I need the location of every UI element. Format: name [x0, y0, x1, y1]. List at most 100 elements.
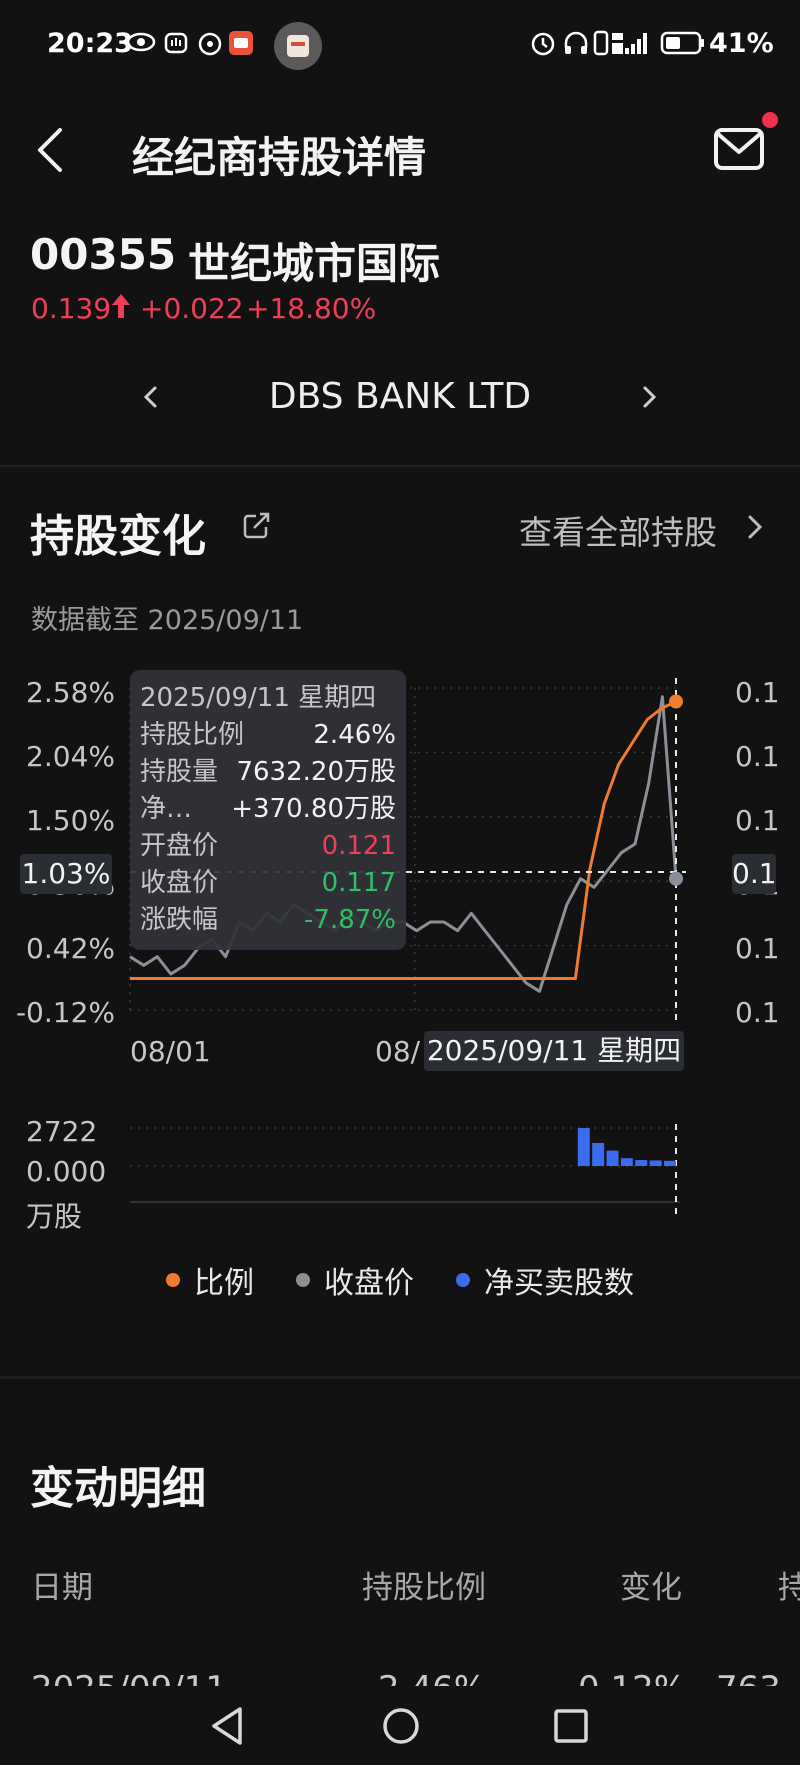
tooltip-key: 收盘价 — [140, 868, 219, 898]
legend-dot — [296, 1273, 310, 1287]
table-cell: 0.12% — [578, 1672, 686, 1686]
table-header-holding[interactable]: 持 — [778, 1562, 800, 1607]
net-volume-bar — [577, 1128, 590, 1166]
y-right-tick: 0.1 — [735, 676, 780, 709]
tooltip-key: 开盘价 — [140, 831, 219, 861]
chart-legend: 比例 收盘价 净买卖股数 — [0, 1260, 800, 1301]
mail-button[interactable] — [712, 124, 768, 176]
y-left-tick: -0.12% — [15, 996, 115, 1029]
legend-label: 比例 — [194, 1266, 254, 1301]
y-left-tick: 2.58% — [26, 676, 115, 709]
data-as-of-date: 数据截至 2025/09/11 — [31, 605, 304, 636]
tooltip-value: 0.121 — [321, 831, 396, 861]
chevron-right-icon — [742, 512, 766, 542]
legend-item-close[interactable]: 收盘价 — [296, 1260, 414, 1301]
net-volume-bar — [664, 1160, 676, 1166]
y-right-tick: 0.1 — [735, 996, 780, 1029]
stock-change: +0.022 — [140, 292, 244, 325]
stock-name: 世纪城市国际 — [188, 239, 441, 288]
system-nav-bar — [0, 1690, 800, 1765]
crosshair-x-tag: 2025/09/11 星期四 — [424, 1031, 684, 1071]
tooltip-value: -7.87% — [304, 905, 396, 935]
page-title: 经纪商持股详情 — [132, 133, 427, 182]
y-left-tick: 0.42% — [26, 932, 115, 965]
volume-axis-middle: 0.000 — [26, 1155, 107, 1188]
volume-axis-unit: 万股 — [26, 1200, 83, 1233]
legend-item-ratio[interactable]: 比例 — [166, 1260, 254, 1301]
broker-prev-button[interactable] — [138, 380, 164, 414]
x-tick: 08/ — [375, 1035, 421, 1068]
triangle-back-icon — [212, 1707, 242, 1745]
close-price-point — [669, 871, 683, 886]
table-cell: 2.46% — [378, 1672, 486, 1686]
battery-level: 41% — [709, 28, 774, 59]
tooltip-row: 开盘价 0.121 — [140, 828, 396, 865]
broker-next-button[interactable] — [636, 380, 662, 414]
net-volume-bar — [606, 1150, 619, 1166]
status-bar: 20:23 41% — [0, 0, 800, 95]
eye-icon — [126, 30, 156, 61]
table-cell: 2025/09/11 — [31, 1672, 227, 1686]
tooltip-value: 7632.20万股 — [236, 757, 396, 787]
up-arrow-icon — [110, 292, 132, 327]
nav-back-button[interactable] — [208, 1705, 248, 1751]
legend-item-net[interactable]: 净买卖股数 — [456, 1260, 634, 1301]
tooltip-value: +370.80万股 — [231, 794, 396, 824]
stock-code: 00355 — [30, 230, 177, 279]
square-recent-icon — [554, 1709, 588, 1743]
table-header-change[interactable]: 变化 — [620, 1562, 682, 1607]
tooltip-key: 持股比例 — [140, 720, 245, 750]
volume-axis-top: 2722 — [26, 1115, 98, 1148]
y-left-tick: 1.50% — [26, 804, 115, 837]
floating-app-icon[interactable] — [274, 22, 322, 70]
y-left-tick: 2.04% — [26, 740, 115, 773]
view-all-holdings-link[interactable]: 查看全部持股 — [519, 506, 717, 554]
ratio-point — [669, 694, 683, 709]
signal-5g-icon — [611, 30, 651, 63]
divider — [0, 465, 800, 467]
nav-recent-button[interactable] — [552, 1707, 590, 1749]
table-header-date[interactable]: 日期 — [31, 1562, 93, 1607]
net-volume-bar — [592, 1142, 605, 1166]
table-cell: 763 — [716, 1672, 781, 1686]
vibrate-icon — [593, 30, 609, 63]
tooltip-key: 涨跌幅 — [140, 905, 219, 935]
tooltip-value: 2.46% — [313, 720, 396, 750]
broker-name: DBS BANK LTD — [268, 376, 532, 417]
section-title-holding: 持股变化 — [30, 511, 206, 562]
notification-dot — [762, 112, 778, 128]
tooltip-row: 收盘价 0.117 — [140, 865, 396, 902]
nav-home-button[interactable] — [380, 1705, 422, 1751]
legend-dot — [166, 1273, 180, 1287]
table-header-ratio[interactable]: 持股比例 — [362, 1562, 486, 1607]
tooltip-row: 持股比例 2.46% — [140, 717, 396, 754]
back-button[interactable] — [28, 120, 78, 180]
share-button[interactable] — [242, 510, 272, 540]
tooltip-row: 涨跌幅 -7.87% — [140, 902, 396, 939]
x-tick: 08/01 — [130, 1035, 211, 1068]
stock-change-percent: +18.80% — [246, 292, 377, 325]
y-right-tick: 0.1 — [735, 740, 780, 773]
tooltip-row: 持股量 7632.20万股 — [140, 754, 396, 791]
net-volume-bar — [635, 1159, 648, 1166]
tooltip-row: 净… +370.80万股 — [140, 791, 396, 828]
crosshair-y-right-tag: 0.1 — [732, 854, 777, 894]
shopping-app-icon — [228, 30, 254, 63]
share-icon — [243, 512, 270, 539]
y-right-tick: 0.1 — [735, 932, 780, 965]
status-time: 20:23 — [47, 28, 133, 59]
chart-tooltip: 2025/09/11 星期四 持股比例 2.46% 持股量 7632.20万股 净…… — [130, 670, 406, 950]
legend-label: 净买卖股数 — [484, 1266, 634, 1301]
alarm-icon — [530, 30, 556, 63]
legend-label: 收盘价 — [324, 1266, 414, 1301]
stock-price: 0.139 — [31, 292, 112, 325]
circle-home-icon — [383, 1708, 419, 1744]
hand-icon — [163, 30, 189, 63]
net-volume-bar — [649, 1160, 662, 1166]
y-right-tick: 0.1 — [735, 804, 780, 837]
tooltip-key: 持股量 — [140, 757, 219, 787]
divider — [0, 1376, 800, 1379]
chevron-right-icon — [643, 386, 657, 408]
chevron-left-icon — [143, 386, 157, 408]
mail-icon — [714, 128, 764, 170]
